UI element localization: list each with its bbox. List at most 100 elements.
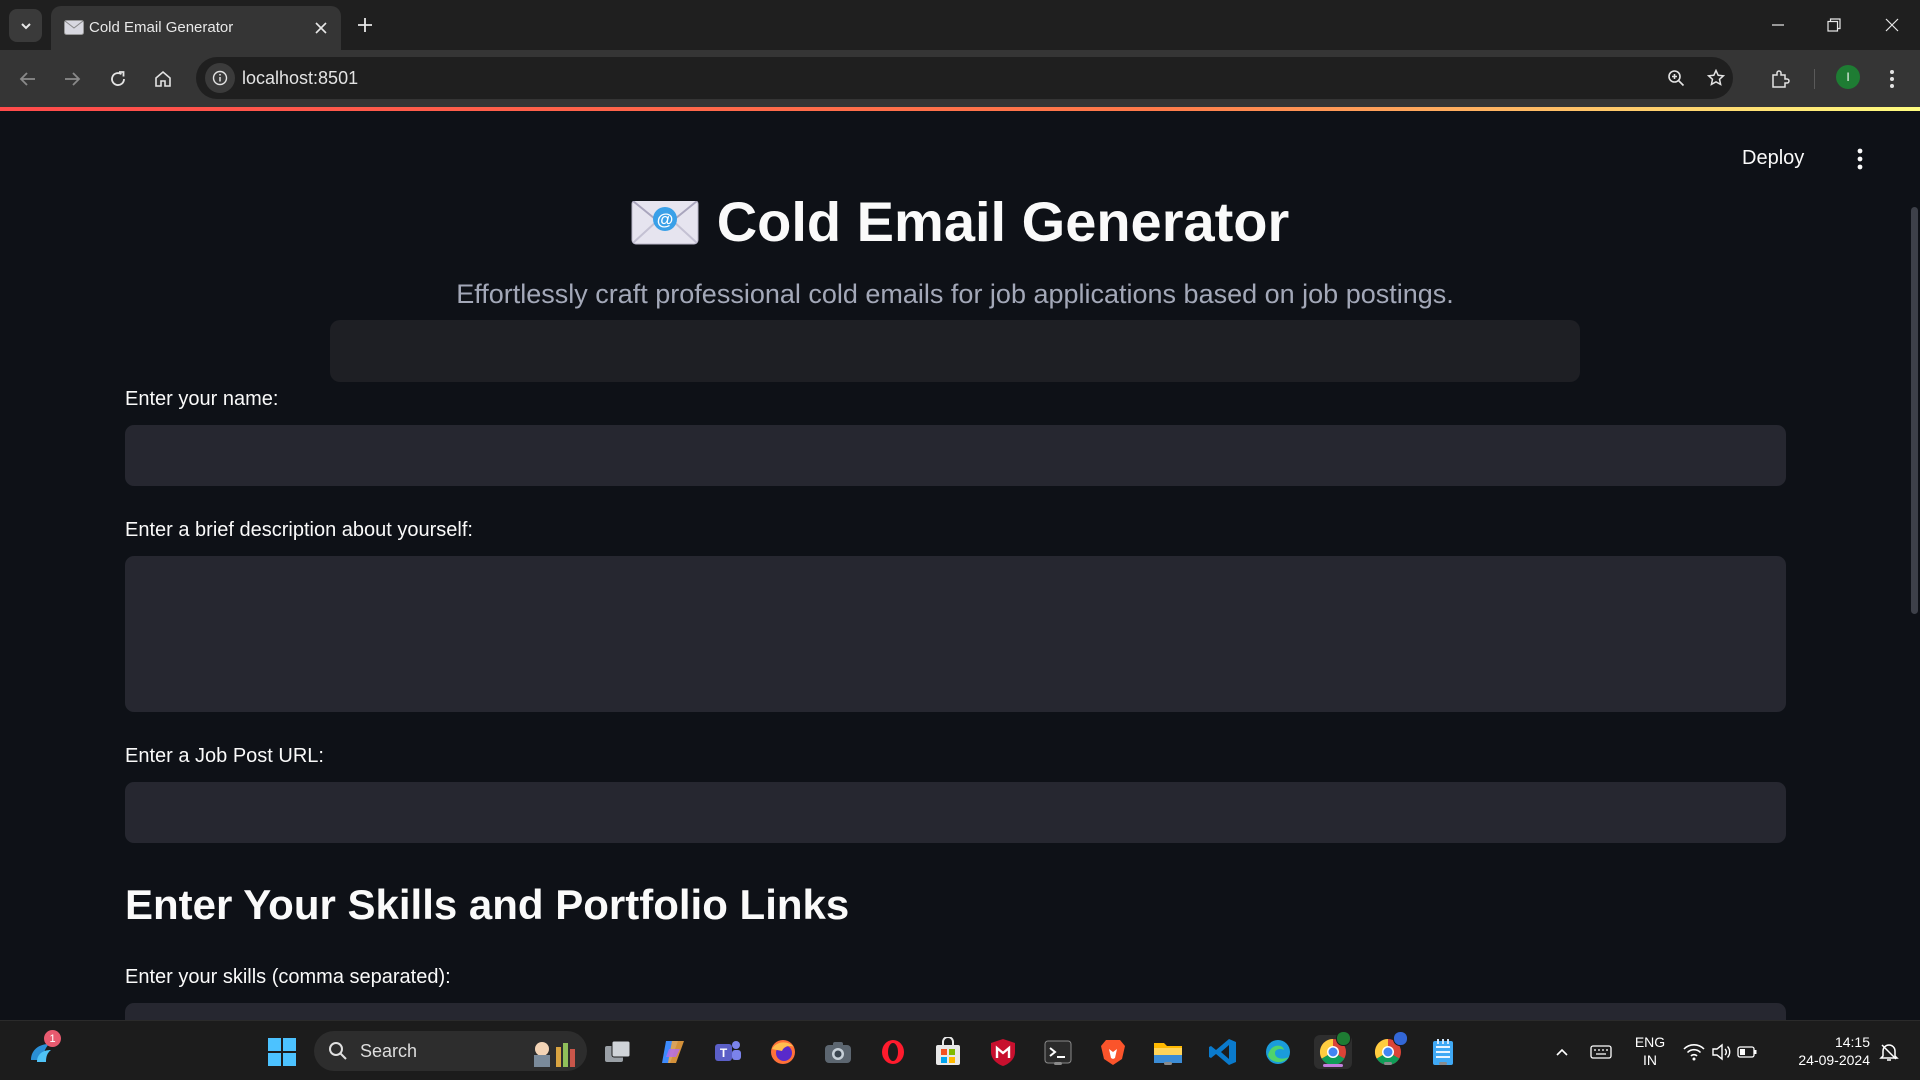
- chevron-down-icon: [20, 22, 31, 29]
- deploy-button[interactable]: Deploy: [1742, 147, 1804, 170]
- close-window-button[interactable]: [1864, 0, 1920, 50]
- extensions-button[interactable]: [1764, 63, 1796, 95]
- profile-badge-icon: [1336, 1031, 1351, 1046]
- arrow-left-icon: [19, 72, 35, 86]
- start-button[interactable]: [265, 1035, 299, 1069]
- mcafee-button[interactable]: [986, 1035, 1020, 1069]
- notepad-button[interactable]: [1426, 1035, 1460, 1069]
- app-header: Deploy: [0, 111, 1920, 201]
- svg-text:T: T: [720, 1046, 728, 1060]
- url-text[interactable]: localhost:8501: [242, 57, 358, 99]
- clock-time: 14:15: [1834, 1034, 1870, 1050]
- region-code: IN: [1643, 1052, 1657, 1068]
- terminal-button[interactable]: [1041, 1035, 1075, 1069]
- edge-button[interactable]: [1261, 1035, 1295, 1069]
- taskbar-search[interactable]: Search: [314, 1031, 587, 1071]
- name-label: Enter your name:: [125, 388, 279, 410]
- search-highlight-icon: [534, 1042, 575, 1067]
- app-viewport: Deploy @ Cold Email Generator Effortless…: [0, 111, 1920, 1020]
- teams-icon: T: [715, 1041, 741, 1061]
- reload-button[interactable]: [103, 64, 133, 94]
- back-button[interactable]: [13, 64, 43, 94]
- restore-icon: [1827, 18, 1841, 32]
- camera-button[interactable]: [821, 1035, 855, 1069]
- browser-tab-bar: Cold Email Generator: [0, 0, 1920, 50]
- quick-settings-button[interactable]: [1680, 1035, 1760, 1069]
- opera-button[interactable]: [876, 1035, 910, 1069]
- edge-icon: [1266, 1040, 1290, 1064]
- envelope-at-icon: @: [631, 195, 699, 260]
- close-icon: [1885, 18, 1899, 32]
- kebab-menu-icon: [1890, 70, 1894, 88]
- new-tab-button[interactable]: [352, 12, 378, 38]
- brave-button[interactable]: [1096, 1035, 1130, 1069]
- search-label: Search: [360, 1041, 418, 1061]
- file-explorer-button[interactable]: [1151, 1035, 1185, 1069]
- skills-heading: Enter Your Skills and Portfolio Links: [125, 881, 850, 928]
- chrome-profile-button[interactable]: [1371, 1031, 1408, 1069]
- job-url-input[interactable]: [125, 782, 1786, 843]
- copilot-button[interactable]: [656, 1035, 690, 1069]
- volume-icon: [1712, 1043, 1731, 1061]
- teams-button[interactable]: T: [711, 1035, 745, 1069]
- browser-toolbar: localhost:8501 I: [0, 50, 1920, 107]
- running-indicator: [1164, 1062, 1172, 1065]
- chrome-button-active[interactable]: [1314, 1031, 1352, 1069]
- notifications-button[interactable]: [1872, 1035, 1906, 1069]
- active-indicator: [1323, 1064, 1343, 1067]
- clock[interactable]: 14:15 24-09-2024: [1780, 1033, 1870, 1069]
- language-indicator[interactable]: ENG IN: [1626, 1033, 1674, 1069]
- notification-badge: 1: [44, 1030, 61, 1047]
- restore-button[interactable]: [1806, 0, 1862, 50]
- page-scrollbar[interactable]: [1911, 207, 1918, 614]
- firefox-icon: [771, 1040, 795, 1064]
- skills-input[interactable]: [125, 1003, 1786, 1020]
- empty-container: [330, 320, 1580, 382]
- mcafee-shield-icon: [991, 1039, 1015, 1066]
- home-button[interactable]: [148, 64, 178, 94]
- vscode-icon: [1209, 1039, 1236, 1065]
- copilot-icon: [662, 1041, 684, 1063]
- opera-icon: [882, 1040, 904, 1064]
- task-view-icon: [605, 1040, 631, 1062]
- bookmark-star-icon[interactable]: [1701, 63, 1731, 93]
- description-textarea[interactable]: [125, 556, 1786, 712]
- browser-menu-button[interactable]: [1876, 63, 1908, 95]
- keyboard-button[interactable]: [1584, 1035, 1618, 1069]
- toolbar-separator: [1814, 69, 1815, 89]
- running-indicator: [1054, 1062, 1062, 1065]
- minimize-button[interactable]: [1750, 0, 1806, 50]
- browser-tab-active[interactable]: Cold Email Generator: [51, 6, 341, 50]
- store-icon: [936, 1037, 960, 1065]
- widgets-button[interactable]: 1: [24, 1030, 61, 1069]
- arrow-right-icon: [65, 72, 81, 86]
- minimize-icon: [1772, 24, 1784, 26]
- store-button[interactable]: [931, 1035, 965, 1069]
- tab-close-icon[interactable]: [311, 18, 331, 38]
- firefox-button[interactable]: [766, 1035, 800, 1069]
- wifi-icon: [1683, 1044, 1705, 1061]
- app-menu-button[interactable]: [1850, 145, 1870, 173]
- name-input[interactable]: [125, 425, 1786, 486]
- chevron-up-icon: [1556, 1048, 1568, 1056]
- camera-icon: [825, 1042, 851, 1063]
- windows-logo-icon: [268, 1038, 296, 1066]
- battery-icon: [1737, 1046, 1757, 1058]
- site-info-icon[interactable]: [205, 63, 235, 93]
- reload-icon: [111, 71, 125, 86]
- profile-avatar[interactable]: I: [1836, 65, 1860, 89]
- brave-lion-icon: [1101, 1040, 1125, 1065]
- forward-button[interactable]: [57, 64, 87, 94]
- task-view-button[interactable]: [601, 1035, 635, 1069]
- tab-search-button[interactable]: [9, 9, 42, 42]
- vscode-button[interactable]: [1206, 1035, 1240, 1069]
- svg-text:@: @: [656, 210, 673, 229]
- zoom-icon[interactable]: [1661, 63, 1691, 93]
- language-code: ENG: [1634, 1034, 1666, 1050]
- job-url-label: Enter a Job Post URL:: [125, 745, 324, 767]
- show-hidden-icons-button[interactable]: [1545, 1035, 1579, 1069]
- clock-date: 24-09-2024: [1798, 1052, 1870, 1068]
- address-bar[interactable]: localhost:8501: [196, 57, 1733, 99]
- keyboard-icon: [1590, 1045, 1612, 1059]
- plus-icon: [358, 18, 372, 32]
